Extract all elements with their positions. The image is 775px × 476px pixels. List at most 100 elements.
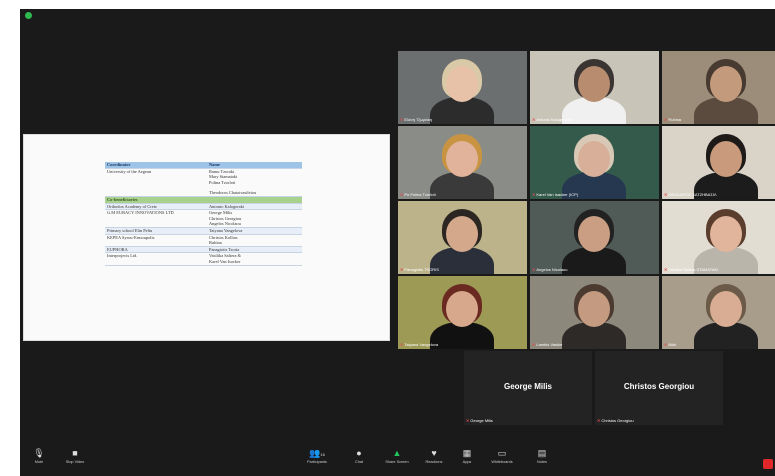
names-cell: Ramu Tzoraki Mary Stamataki Polina Tzorlot… (207, 168, 302, 197)
video-tile[interactable]: ✕Nikh (662, 276, 775, 349)
heart-icon: ♥ (431, 448, 437, 458)
muted-mic-icon: ✕ (532, 117, 536, 122)
muted-mic-icon: ✕ (400, 267, 404, 272)
participant-label: Antonis Kalogerakis (536, 117, 572, 122)
participant-label: Ελένη Τζωράκη (404, 117, 432, 122)
participant-display-name: Christos Georgiou (623, 382, 695, 391)
participant-face (710, 291, 742, 327)
participant-label: Vasilika Saliera STAMATAKI (668, 267, 719, 272)
participant-label: Lambis Vankie (536, 342, 563, 347)
apps-grid-icon: ▦ (462, 448, 472, 458)
video-tile[interactable]: ✕Rubina (662, 51, 775, 124)
organization-cell: Orthodox Academy of Crete (105, 203, 207, 211)
participant-label: Angelos Nicolaou (536, 267, 568, 272)
whiteboards-button[interactable]: ▭ Whiteboards (485, 448, 519, 465)
organization-cell: KEPEA Syrou-Ermoupolis (105, 234, 207, 247)
video-tile-george-milis[interactable]: George Milis ✕George Milis (464, 351, 592, 425)
participant-face (578, 141, 610, 177)
participant-label: Panagiotis TSORIS (404, 267, 439, 272)
notes-icon: ▤ (537, 448, 547, 458)
person-name: Karel Van Isacker (209, 258, 241, 264)
video-tile[interactable]: ✕Tatyana Vangelova (398, 276, 527, 349)
share-screen-button[interactable]: ▲ Share Screen (380, 448, 414, 465)
zoom-meeting-screen: Coordinator Name University of the Aegean R… (0, 0, 775, 476)
participant-face (446, 141, 478, 177)
video-tile[interactable]: ✕Ελένη Τζωράκη (398, 51, 527, 124)
video-tile[interactable]: ✕Antonis Kalogerakis (530, 51, 659, 124)
muted-mic-icon: ✕ (400, 342, 404, 347)
share-screen-icon: ▲ (392, 448, 402, 458)
person-name: Tatyana Vangelova (209, 227, 243, 233)
names-cell (207, 196, 302, 204)
participant-display-name: George Milis (503, 382, 552, 391)
shared-screen: Coordinator Name University of the Aegean R… (23, 134, 390, 341)
participant-face (710, 66, 742, 102)
organization-cell: EUPHORA (105, 246, 207, 254)
muted-mic-icon: ✕ (532, 267, 536, 272)
participant-label: Christos Georgiou (601, 418, 634, 423)
video-tile[interactable]: ✕Angelos Nicolaou (530, 201, 659, 274)
participants-button[interactable]: 👥16 Participants (300, 448, 334, 465)
organization-cell: Primary school Elin Pelin (105, 227, 207, 235)
video-tile[interactable]: ✕Karel Van Isacker (ICP) (530, 126, 659, 199)
participants-table: Coordinator Name University of the Aegean R… (105, 162, 302, 266)
muted-mic-icon: ✕ (532, 342, 536, 347)
names-cell: Tatyana Vangelova (207, 227, 302, 235)
person-name: Rubina (209, 240, 222, 246)
table-row: Orthodox Academy of Crete Antonio Kaloger… (105, 203, 302, 211)
person-name: Antonio Kalogeraki (209, 203, 244, 209)
organization-cell: Interprojects Ltd. (105, 252, 207, 266)
names-cell: Christos Kollias Rubina (207, 234, 302, 247)
participant-face (446, 216, 478, 252)
names-cell: Panagiotis Tsoria (207, 246, 302, 254)
muted-mic-icon: ✕ (532, 192, 536, 197)
participant-label: Rubina (668, 117, 682, 122)
muted-mic-icon: ✕ (664, 267, 668, 272)
participant-face (710, 216, 742, 252)
table-row: Co-beneficiaries (105, 196, 302, 204)
video-camera-icon: ■ (72, 448, 78, 458)
chat-bubble-icon: ● (356, 448, 362, 458)
muted-mic-icon: ✕ (400, 117, 404, 122)
video-tile[interactable]: ✕Vasilika Saliera STAMATAKI (662, 201, 775, 274)
end-meeting-button[interactable] (763, 459, 773, 469)
muted-mic-icon: ✕ (466, 418, 470, 423)
video-tile[interactable]: ✕Lambis Vankie (530, 276, 659, 349)
person-name: Polina Tzorloti (209, 179, 236, 185)
apps-button[interactable]: ▦ Apps (450, 448, 484, 465)
participant-face (446, 291, 478, 327)
table-row: G.M EURACY INNOVATIONS LTD George Milis Ch… (105, 209, 302, 228)
organization-cell: University of the Aegean (105, 168, 207, 197)
participant-face (446, 66, 478, 102)
table-row: University of the Aegean Ramu Tzoraki Mary… (105, 168, 302, 197)
reactions-button[interactable]: ♥ Reactions (417, 448, 451, 465)
video-tile-christos-georgiou[interactable]: Christos Georgiou ✕Christos Georgiou (595, 351, 723, 425)
muted-mic-icon: ✕ (400, 192, 404, 197)
muted-mic-icon: ✕ (597, 418, 601, 423)
participant-label: Nikh (668, 342, 677, 347)
muted-mic-icon: ✕ (664, 117, 668, 122)
meeting-window: Coordinator Name University of the Aegean R… (20, 9, 775, 476)
muted-mic-icon: ✕ (664, 342, 668, 347)
notes-button[interactable]: ▤ Notes (525, 448, 559, 465)
chat-button[interactable]: ● Chat (342, 448, 376, 465)
whiteboard-icon: ▭ (497, 448, 507, 458)
participant-label: George Milis (470, 418, 493, 423)
mute-button[interactable]: 🎙 Mute (22, 448, 56, 465)
table-row: Primary school Elin Pelin Tatyana Vangelo… (105, 227, 302, 235)
participant-face (710, 141, 742, 177)
microphone-icon: 🎙 (33, 448, 45, 458)
participant-face (578, 216, 610, 252)
people-icon: 👥 (309, 448, 321, 458)
participant-label: Po Polina Tzorloti (404, 192, 436, 197)
participant-label: ΘΕΟΔΩΡΟΣ ΧΑΤΖΗΒΑΣΙΛ (668, 192, 717, 197)
video-tile[interactable]: ✕ΘΕΟΔΩΡΟΣ ΧΑΤΖΗΒΑΣΙΛ (662, 126, 775, 199)
person-name: Angelos Nicolaou (209, 221, 241, 227)
video-tile[interactable]: ✕Panagiotis TSORIS (398, 201, 527, 274)
organization-cell: G.M EURACY INNOVATIONS LTD (105, 209, 207, 228)
stop-video-button[interactable]: ■ Stop Video (58, 448, 92, 465)
security-shield-icon[interactable] (25, 12, 32, 19)
video-tile[interactable]: ✕Po Polina Tzorloti (398, 126, 527, 199)
participant-face (578, 66, 610, 102)
names-cell: Antonio Kalogeraki (207, 203, 302, 211)
